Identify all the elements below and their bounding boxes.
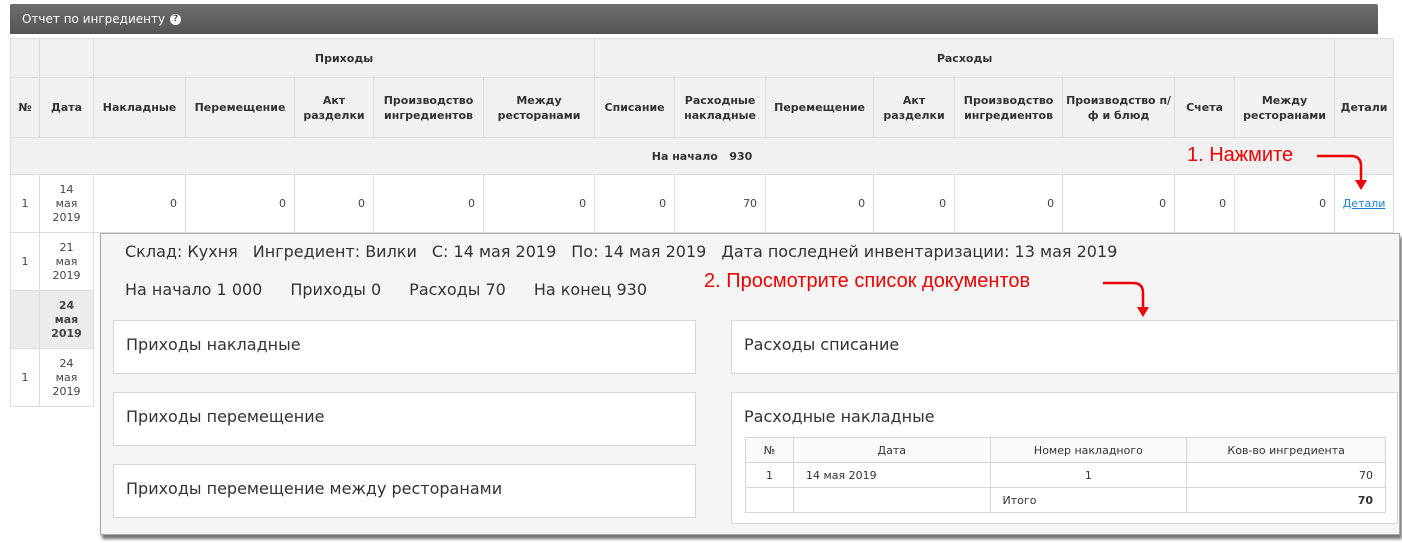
start-balance-value: 930 — [729, 149, 753, 163]
col-header-details: Детали — [1334, 77, 1395, 138]
header-empty — [1334, 38, 1395, 78]
invoice-total-row: Итого 70 — [745, 487, 1386, 513]
section-in-transfer[interactable]: Приходы перемещение — [113, 392, 696, 446]
step2-annotation: 2. Просмотрите список документов — [704, 270, 1031, 292]
cell-value: 0 — [482, 174, 596, 233]
cell-value: 0 — [1062, 174, 1176, 233]
cell-value: 0 — [873, 174, 956, 233]
col-header-date: Дата — [792, 437, 991, 463]
row-date: 24 мая 2019 — [39, 290, 94, 349]
section-in-invoices[interactable]: Приходы накладные — [113, 320, 696, 374]
arrow-down-icon — [1103, 281, 1149, 317]
info-from: С: 14 мая 2019 — [431, 242, 557, 261]
row-num: 1 — [10, 174, 40, 233]
col-header-in-transfer: Перемещение — [185, 77, 295, 138]
row-date: 24 мая 2019 — [39, 348, 94, 407]
total-label: Итого — [989, 487, 1188, 513]
col-header-in-between: Между ресторанами — [482, 77, 596, 138]
col-header-num: № — [10, 77, 40, 138]
window-title: Отчет по ингредиенту — [22, 12, 166, 26]
cell-value: 0 — [765, 174, 875, 233]
col-header-in-production: Производство ингредиентов — [373, 77, 484, 138]
row-num: 1 — [10, 232, 40, 291]
section-title: Приходы перемещение между ресторанами — [126, 479, 503, 498]
section-in-between[interactable]: Приходы перемещение между ресторанами — [113, 464, 696, 518]
cell-value: 0 — [93, 174, 186, 233]
col-header-date: Дата — [39, 77, 94, 138]
row-num — [10, 290, 40, 349]
row-num: 1 — [10, 348, 40, 407]
cell-value: 0 — [185, 174, 295, 233]
invoice-num: 1 — [745, 462, 794, 488]
section-title: Приходы перемещение — [126, 407, 325, 426]
cell-value: 0 — [1174, 174, 1236, 233]
col-header-out-cutting: Акт разделки — [873, 77, 956, 138]
invoice-date: 14 мая 2019 — [792, 462, 991, 488]
summary-outgoing: Расходы 70 — [409, 280, 506, 299]
header-empty — [39, 38, 94, 78]
col-header-out-invoices: Расходные накладные — [674, 77, 767, 138]
total-value: 70 — [1186, 487, 1386, 513]
table-row[interactable]: 1 14 мая 2019 1 70 — [745, 462, 1386, 488]
cell-value: 70 — [674, 174, 767, 233]
invoice-quantity: 70 — [1186, 462, 1386, 488]
col-header-out-production: Производство ингредиентов — [954, 77, 1064, 138]
col-header-in-cutting: Акт разделки — [294, 77, 374, 138]
summary-incoming: Приходы 0 — [290, 280, 382, 299]
outgoing-group-header: Расходы — [594, 38, 1336, 78]
header-empty — [10, 38, 40, 78]
step1-annotation: 1. Нажмите — [1187, 144, 1294, 166]
cell-value: 0 — [373, 174, 484, 233]
details-popup: Склад: Кухня Ингредиент: Вилки С: 14 мая 2… — [100, 233, 1400, 535]
col-header-out-bills: Счета — [1174, 77, 1236, 138]
col-header-invoice-number: Номер накладного — [989, 437, 1188, 463]
info-last-inventory: Дата последней инвентаризации: 13 мая 20… — [721, 242, 1118, 261]
table-row: 1 14 мая 2019 0 0 0 0 0 0 70 0 0 0 0 0 0 Д… — [10, 174, 1395, 233]
start-balance-label: На начало — [651, 149, 718, 163]
info-warehouse: Склад: Кухня — [125, 242, 238, 261]
info-ingredient: Ингредиент: Вилки — [252, 242, 417, 261]
details-link[interactable]: Детали — [1343, 197, 1386, 210]
invoice-table: № Дата Номер накладного Ков-во ингредиен… — [745, 437, 1386, 513]
cell-value: 0 — [294, 174, 374, 233]
section-title: Расходы списание — [744, 335, 900, 354]
window-titlebar: Отчет по ингредиенту ? — [10, 4, 1378, 34]
popup-info-line: Склад: Кухня Ингредиент: Вилки С: 14 мая 2… — [125, 242, 1132, 261]
arrow-down-icon — [1317, 154, 1367, 190]
section-title: Приходы накладные — [126, 335, 301, 354]
invoice-table-header: № Дата Номер накладного Ков-во ингредиен… — [745, 437, 1386, 463]
section-out-invoices[interactable]: Расходные накладные № Дата Номер накладн… — [731, 392, 1398, 524]
col-header-out-writeoff: Списание — [594, 77, 676, 138]
summary-start: На начало 1 000 — [125, 280, 263, 299]
col-header-num: № — [745, 437, 794, 463]
invoice-number: 1 — [989, 462, 1188, 488]
col-header-in-invoices: Накладные — [93, 77, 186, 138]
col-header-out-transfer: Перемещение — [765, 77, 875, 138]
section-title: Расходные накладные — [744, 407, 935, 426]
row-date: 14 мая 2019 — [39, 174, 94, 233]
help-icon[interactable]: ? — [170, 13, 182, 25]
info-to: По: 14 мая 2019 — [571, 242, 707, 261]
incoming-group-header: Приходы — [92, 38, 596, 78]
col-header-quantity: Ков-во ингредиента — [1186, 437, 1386, 463]
col-header-out-dishes: Производство п/ф и блюд — [1062, 77, 1176, 138]
cell-value: 0 — [954, 174, 1064, 233]
popup-summary-line: На начало 1 000 Приходы 0 Расходы 70 На кон… — [125, 280, 662, 299]
section-out-writeoff[interactable]: Расходы списание — [731, 320, 1398, 374]
col-header-out-between: Между ресторанами — [1234, 77, 1336, 138]
row-date: 21 мая 2019 — [39, 232, 94, 291]
summary-end: На конец 930 — [533, 280, 648, 299]
cell-value: 0 — [594, 174, 676, 233]
